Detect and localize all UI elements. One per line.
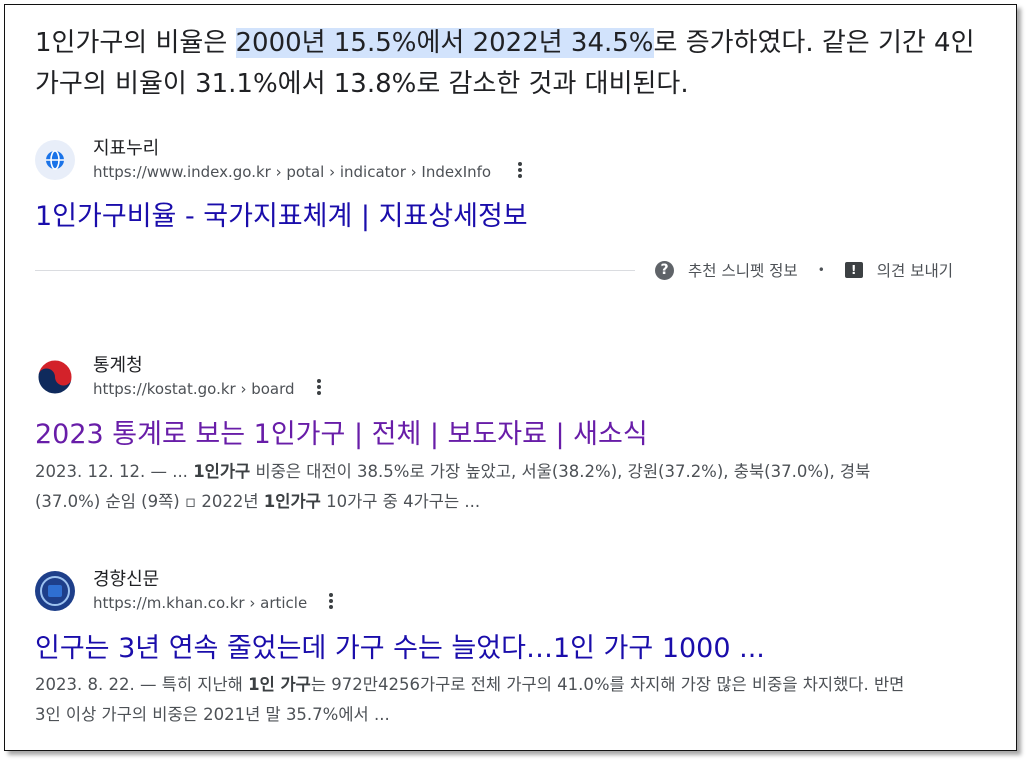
feedback-label: 의견 보내기 — [876, 262, 953, 280]
send-feedback-link[interactable]: ! 의견 보내기 — [844, 259, 953, 281]
question-circle-icon: ? — [655, 260, 674, 280]
result-title[interactable]: 인구는 3년 연속 줄었는데 가구 수는 늘었다…1인 가구 1000 ... — [35, 626, 765, 665]
result-description: 2023. 8. 22. — 특히 지난해 1인 가구는 972만4256가구로… — [35, 675, 905, 724]
feedback-icon: ! — [844, 262, 863, 278]
search-results-panel: 1인가구의 비율은 2000년 15.5%에서 2022년 34.5%로 증가하… — [4, 4, 1017, 751]
about-featured-snippets-link[interactable]: ? 추천 스니펫 정보 — [655, 259, 798, 281]
featured-result-title[interactable]: 1인가구비율 - 국가지표체계 | 지표상세정보 — [35, 194, 528, 233]
site-name: 지표누리 — [93, 138, 160, 159]
result-title[interactable]: 2023 통계로 보는 1인가구 | 전체 | 보도자료 | 새소식 — [35, 412, 648, 451]
site-name: 경향신문 — [93, 569, 160, 590]
more-vert-icon[interactable] — [314, 377, 324, 399]
result-description: 2023. 12. 12. — ... 1인가구 비중은 대전이 38.5%로 … — [35, 462, 871, 511]
footer-separator: • — [817, 263, 825, 277]
snippet-divider — [35, 270, 635, 271]
more-vert-icon[interactable] — [515, 160, 525, 182]
taegeuk-icon — [35, 357, 75, 397]
more-vert-icon[interactable] — [326, 591, 336, 613]
site-name: 통계청 — [93, 355, 143, 376]
site-url[interactable]: https://www.index.go.kr › potal › indica… — [93, 163, 491, 181]
featured-snippet-text: 1인가구의 비율은 2000년 15.5%에서 2022년 34.5%로 증가하… — [35, 23, 995, 105]
snippet-footer: ? 추천 스니펫 정보 • ! 의견 보내기 — [655, 258, 953, 282]
globe-icon — [35, 140, 75, 180]
about-label: 추천 스니펫 정보 — [688, 262, 798, 280]
khan-logo-icon — [35, 571, 75, 611]
site-url[interactable]: https://kostat.go.kr › board — [93, 380, 295, 398]
site-url[interactable]: https://m.khan.co.kr › article — [93, 594, 307, 612]
snippet-highlight: 2000년 15.5%에서 2022년 34.5% — [235, 28, 654, 58]
snippet-text-start: 1인가구의 비율은 — [35, 28, 236, 58]
